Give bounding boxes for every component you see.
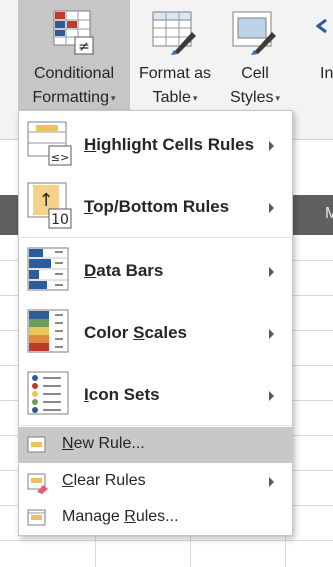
submenu-arrow-icon <box>269 203 274 213</box>
column-header-letter: M <box>325 205 333 222</box>
svg-text:10: 10 <box>51 212 69 228</box>
menu-item-color-scales[interactable]: Color Scales <box>19 301 292 363</box>
conditional-formatting-button[interactable]: ≠ Conditional Formatting ▾ <box>18 0 130 112</box>
menu-item-icon-sets[interactable]: Icon Sets <box>19 363 292 425</box>
menu-item-label: New Rule... <box>62 435 145 452</box>
insert-label-partial: In <box>320 65 333 82</box>
menu-item-label: Highlight Cells Rules <box>84 135 255 154</box>
menu-item-label: Data Bars <box>84 261 164 280</box>
not-equal-icon: ≠ <box>78 39 90 55</box>
cell-styles-button[interactable]: Cell Styles ▾ <box>220 0 290 112</box>
menu-item-new-rule[interactable]: New Rule... <box>19 427 292 463</box>
menu-item-top-bottom-rules[interactable]: ↑ 10 Top/Bottom Rules <box>19 175 292 237</box>
icon-sets-icon <box>27 371 73 422</box>
menu-item-label: Top/Bottom Rules <box>84 197 230 216</box>
menu-separator <box>21 425 292 426</box>
insert-cells-icon <box>315 10 333 48</box>
submenu-arrow-icon <box>269 391 274 401</box>
clear-rules-icon <box>27 472 49 499</box>
menu-item-label: Icon Sets <box>84 385 160 404</box>
menu-item-clear-rules[interactable]: Clear Rules <box>19 464 292 500</box>
top-bottom-rules-icon: ↑ 10 <box>27 182 73 235</box>
conditional-formatting-label-line2: Formatting <box>32 89 109 107</box>
chevron-down-icon: ▾ <box>275 93 281 103</box>
conditional-formatting-menu: ≤> Highlight Cells Rules ↑ 10 Top/Bottom… <box>18 110 293 536</box>
menu-item-highlight-cells-rules[interactable]: ≤> Highlight Cells Rules <box>19 113 292 175</box>
submenu-arrow-icon <box>269 329 274 339</box>
svg-text:↑: ↑ <box>38 190 53 211</box>
insert-button-partial[interactable]: In <box>296 0 333 112</box>
menu-item-data-bars[interactable]: Data Bars <box>19 239 292 301</box>
data-bars-icon <box>27 247 73 298</box>
menu-item-label: Color Scales <box>84 323 187 342</box>
conditional-formatting-label-line1: Conditional <box>33 65 115 82</box>
cell-styles-icon <box>232 10 278 64</box>
gridline <box>0 540 333 541</box>
conditional-formatting-icon: ≠ <box>53 10 95 64</box>
color-scales-icon <box>27 309 73 360</box>
cell-styles-label-line1: Cell <box>241 65 269 82</box>
menu-item-label: Manage Rules... <box>62 508 179 525</box>
format-as-table-label-line1: Format as <box>138 65 211 82</box>
menu-item-manage-rules[interactable]: Manage Rules... <box>19 500 292 536</box>
menu-item-label: Clear Rules <box>62 472 146 489</box>
manage-rules-icon <box>27 508 47 533</box>
format-as-table-label-line2: Table <box>152 89 191 107</box>
chevron-down-icon: ▾ <box>110 93 116 103</box>
highlight-cells-rules-icon: ≤> <box>27 121 73 172</box>
chevron-down-icon: ▾ <box>192 93 198 103</box>
format-as-table-button[interactable]: Format as Table ▾ <box>132 0 218 112</box>
new-rule-icon <box>27 435 47 460</box>
format-as-table-icon <box>152 10 198 64</box>
less-equal-greater-icon: ≤> <box>51 151 69 164</box>
cell-styles-label-line2: Styles <box>229 89 274 107</box>
menu-separator <box>21 237 292 238</box>
submenu-arrow-icon <box>269 267 274 277</box>
submenu-arrow-icon <box>269 141 274 151</box>
submenu-arrow-icon <box>269 477 274 487</box>
